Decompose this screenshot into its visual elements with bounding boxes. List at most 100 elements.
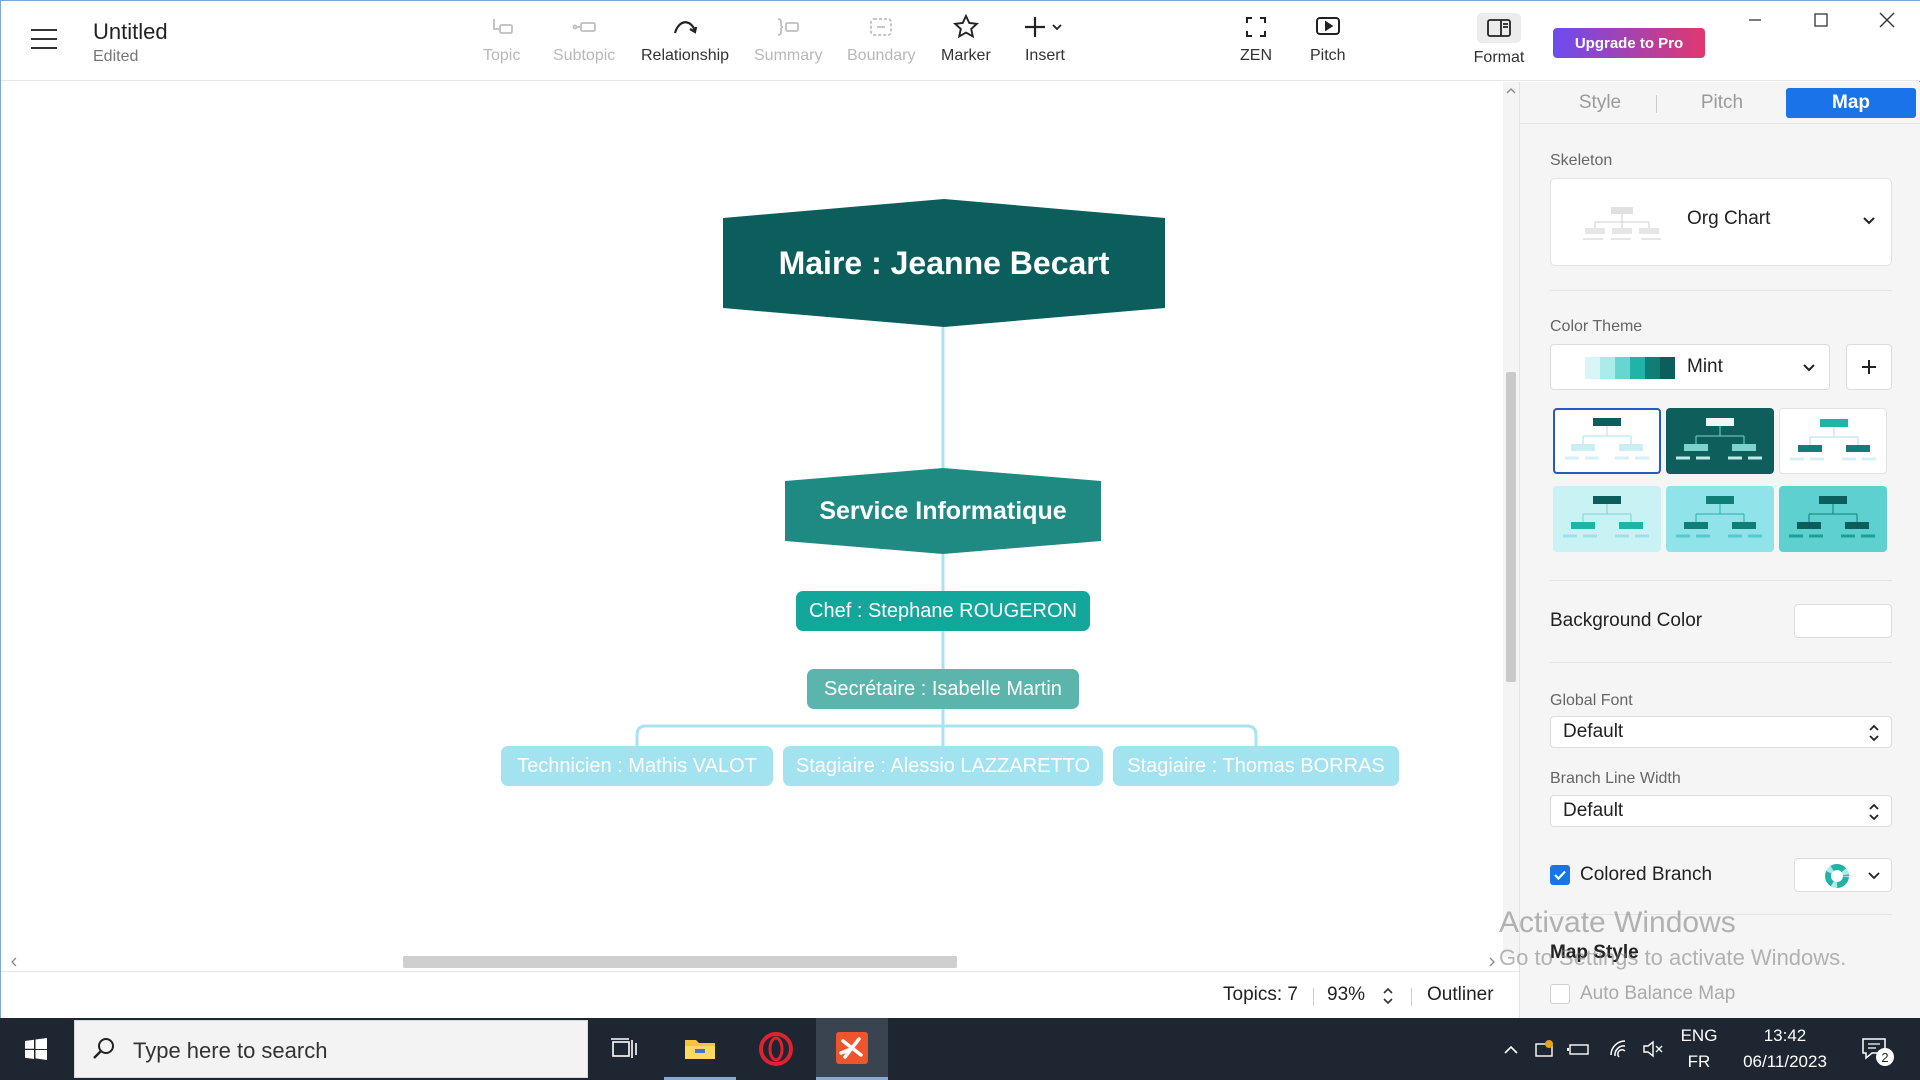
- subtopic-stagiaire-2[interactable]: Stagiaire : Thomas BORRAS: [1113, 746, 1399, 786]
- volume-tray-icon[interactable]: [1638, 1018, 1668, 1080]
- skeleton-label: Skeleton: [1550, 152, 1613, 169]
- summary-label: Summary: [754, 47, 823, 64]
- close-button[interactable]: [1861, 5, 1913, 35]
- color-theme-select[interactable]: Mint: [1550, 344, 1830, 390]
- tab-pitch[interactable]: Pitch: [1690, 88, 1754, 118]
- toolbar: Untitled Edited Topic Subtopic Relations…: [1, 1, 1920, 81]
- summary-icon: [778, 18, 800, 36]
- boundary-button[interactable]: Boundary: [847, 13, 916, 73]
- relationship-icon: [673, 21, 698, 34]
- global-font-label: Global Font: [1550, 692, 1633, 709]
- theme-preview-icon: [1789, 496, 1875, 538]
- theme-option-5[interactable]: [1666, 486, 1774, 552]
- vertical-scrollbar[interactable]: [1503, 82, 1519, 957]
- file-explorer-button[interactable]: [664, 1018, 736, 1080]
- show-hidden-icons-button[interactable]: [1496, 1018, 1526, 1080]
- theme-option-2[interactable]: [1666, 408, 1774, 474]
- tab-divider: [1656, 95, 1657, 113]
- clock[interactable]: 13:42 06/11/2023: [1732, 1018, 1838, 1080]
- subtopic-stagiaire-1[interactable]: Stagiaire : Alessio LAZZARETTO: [783, 746, 1103, 786]
- subtopic-chef[interactable]: Chef : Stephane ROUGERON: [796, 591, 1090, 631]
- subtopic-icon: [572, 22, 597, 32]
- horizontal-scrollbar[interactable]: [1, 953, 1503, 971]
- mind-map-canvas[interactable]: Maire : Jeanne Becart Service Informatiq…: [1, 82, 1503, 957]
- add-theme-button[interactable]: [1846, 344, 1892, 390]
- panel-tabs: Style Pitch Map: [1520, 82, 1920, 124]
- mint-swatch-icon: [1585, 357, 1675, 379]
- language-bottom: FR: [1687, 1052, 1711, 1071]
- notification-count-badge: 2: [1876, 1048, 1894, 1066]
- chevron-down-icon: [1803, 364, 1815, 372]
- upgrade-button[interactable]: Upgrade to Pro: [1553, 28, 1705, 58]
- theme-option-4[interactable]: [1553, 486, 1661, 552]
- marker-button[interactable]: Marker: [941, 13, 991, 73]
- relationship-button[interactable]: Relationship: [641, 13, 729, 73]
- insert-button[interactable]: Insert: [1023, 13, 1067, 73]
- boundary-icon: [870, 18, 893, 36]
- search-icon: [93, 1038, 114, 1059]
- theme-option-1[interactable]: [1553, 408, 1661, 474]
- plus-chevron-icon: [1025, 17, 1062, 37]
- network-tray-icon[interactable]: [1604, 1018, 1634, 1080]
- battery-icon: [1567, 1044, 1589, 1055]
- defender-tray-icon[interactable]: [1530, 1018, 1560, 1080]
- theme-option-3[interactable]: [1779, 408, 1887, 474]
- section-divider: [1550, 662, 1892, 663]
- scroll-right-icon: [1489, 957, 1495, 967]
- taskbar: Type here to search ENG FR 13:42 06/11/2…: [0, 1018, 1920, 1080]
- opera-browser-button[interactable]: [740, 1018, 812, 1080]
- minimize-button[interactable]: [1729, 5, 1781, 35]
- task-view-icon: [611, 1038, 637, 1058]
- zen-button[interactable]: ZEN: [1240, 13, 1272, 73]
- pitch-button[interactable]: Pitch: [1310, 13, 1346, 73]
- branch-line-width-select[interactable]: Default: [1550, 795, 1892, 827]
- language-indicator[interactable]: ENG FR: [1676, 1018, 1722, 1080]
- branch-color-select[interactable]: [1794, 858, 1892, 892]
- document-status: Edited: [93, 48, 139, 65]
- zoom-stepper-icon[interactable]: [1381, 984, 1395, 1008]
- task-view-button[interactable]: [588, 1018, 660, 1080]
- notification-center-button[interactable]: 2: [1850, 1018, 1900, 1080]
- menu-icon[interactable]: [31, 29, 57, 51]
- status-divider: [1313, 988, 1314, 1006]
- background-color-swatch[interactable]: [1794, 604, 1892, 638]
- zoom-level[interactable]: 93%: [1327, 984, 1365, 1006]
- language-top: ENG: [1680, 1026, 1718, 1045]
- auto-balance-checkbox[interactable]: [1550, 984, 1570, 1004]
- fullscreen-icon: [1246, 17, 1266, 37]
- subtopic-technicien[interactable]: Technicien : Mathis VALOT: [501, 746, 773, 786]
- summary-button[interactable]: Summary: [754, 13, 822, 73]
- chevron-down-icon: [1863, 217, 1875, 225]
- outliner-button[interactable]: Outliner: [1427, 984, 1494, 1006]
- battery-tray-icon[interactable]: [1564, 1018, 1594, 1080]
- topic-button[interactable]: Topic: [483, 13, 520, 73]
- xmind-app-button[interactable]: [816, 1018, 888, 1080]
- updown-chevron-icon: [1869, 724, 1879, 742]
- tab-map[interactable]: Map: [1786, 88, 1916, 118]
- theme-preview-icon: [1676, 496, 1762, 538]
- theme-option-6[interactable]: [1779, 486, 1887, 552]
- central-topic[interactable]: Maire : Jeanne Becart: [723, 199, 1165, 327]
- skeleton-select[interactable]: Org Chart: [1550, 178, 1892, 266]
- vertical-scroll-thumb[interactable]: [1506, 372, 1516, 682]
- org-chart-thumbnail-icon: [1583, 207, 1661, 240]
- horizontal-scroll-thumb[interactable]: [403, 956, 957, 968]
- taskbar-search-input[interactable]: Type here to search: [74, 1020, 588, 1078]
- format-button[interactable]: Format: [1465, 9, 1533, 73]
- colored-branch-label: Colored Branch: [1580, 864, 1713, 885]
- activation-watermark-text: Go to Settings to activate Windows.: [1499, 945, 1847, 970]
- auto-balance-label: Auto Balance Map: [1580, 983, 1736, 1004]
- colored-branch-checkbox[interactable]: [1550, 865, 1570, 885]
- subtopic-button[interactable]: Subtopic: [553, 13, 615, 73]
- scroll-left-icon: [11, 957, 17, 967]
- subtopic-secretaire[interactable]: Secrétaire : Isabelle Martin: [807, 669, 1079, 709]
- start-button[interactable]: [0, 1018, 72, 1080]
- theme-preview-icon: [1676, 418, 1762, 460]
- tab-style[interactable]: Style: [1570, 88, 1630, 118]
- maximize-button[interactable]: [1795, 5, 1847, 35]
- pitch-label: Pitch: [1310, 47, 1346, 64]
- topics-count: Topics: 7: [1223, 984, 1298, 1005]
- main-topic-service[interactable]: Service Informatique: [785, 468, 1101, 554]
- star-icon: [952, 13, 979, 39]
- global-font-select[interactable]: Default: [1550, 716, 1892, 748]
